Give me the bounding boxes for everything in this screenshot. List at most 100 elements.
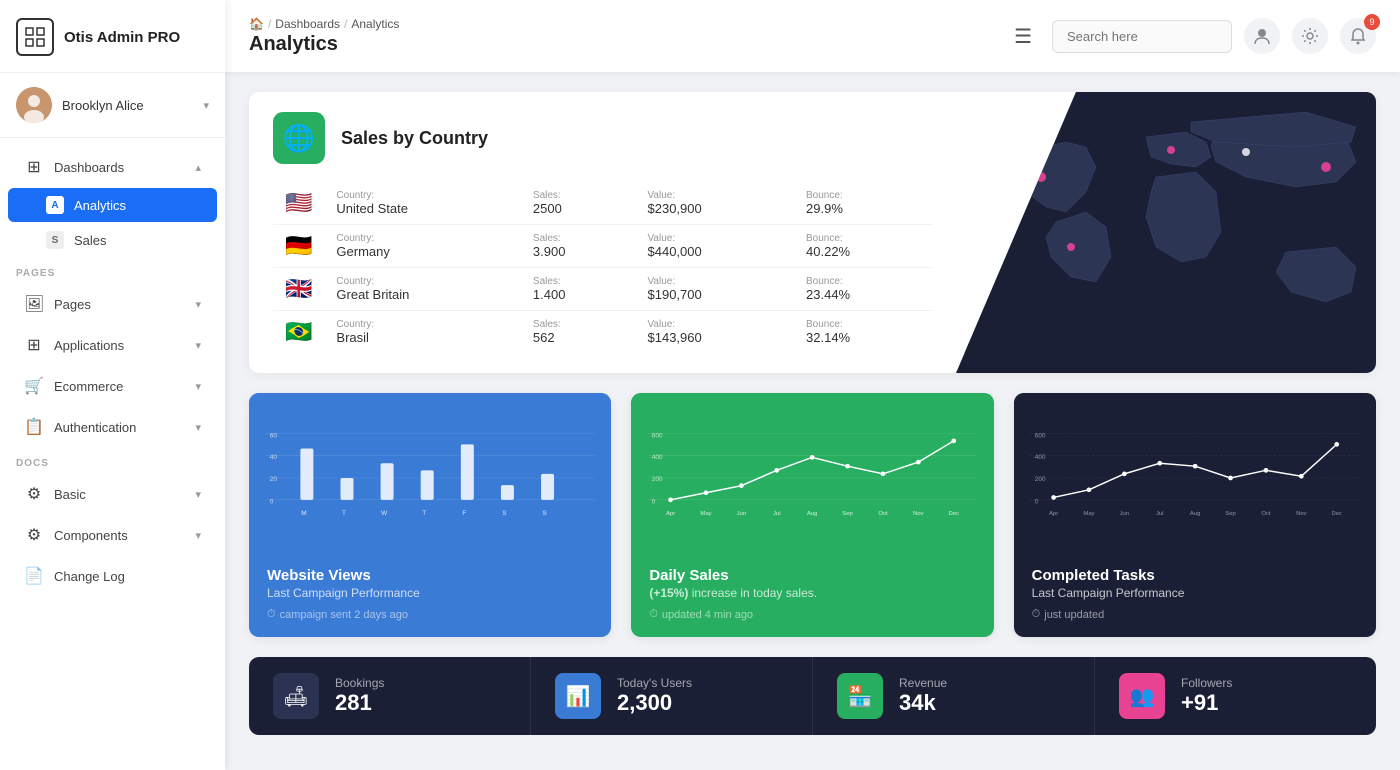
- sidebar-item-changelog-label: Change Log: [54, 569, 125, 584]
- notification-icon[interactable]: 9: [1340, 18, 1376, 54]
- stat-icon: 🛋: [273, 673, 319, 719]
- completed-tasks-chart: 600 400 200 0: [1014, 393, 1376, 553]
- chevron-down-icon: ▾: [195, 529, 201, 542]
- svg-text:Apr: Apr: [1049, 511, 1058, 517]
- value-cell: Value: $143,960: [636, 311, 795, 354]
- country-cell: Country: Brasil: [324, 311, 521, 354]
- sidebar-item-sales-label: Sales: [74, 233, 107, 248]
- sidebar-item-ecommerce[interactable]: 🛒 Ecommerce ▾: [8, 366, 217, 406]
- svg-text:Aug: Aug: [1190, 511, 1200, 517]
- sidebar-item-ecommerce-label: Ecommerce: [54, 379, 123, 394]
- sidebar-item-dashboards[interactable]: ⊞ Dashboards ▴: [8, 147, 217, 187]
- bounce-cell: Bounce: 40.22%: [794, 225, 932, 268]
- dashboards-icon: ⊞: [24, 157, 44, 177]
- sales-cell: Sales: 3.900: [521, 225, 636, 268]
- value-cell: Value: $230,900: [636, 182, 795, 225]
- svg-text:M: M: [301, 510, 306, 517]
- line-chart-svg-dark: 600 400 200 0: [1030, 403, 1360, 553]
- svg-text:400: 400: [1034, 454, 1045, 461]
- chevron-up-icon: ▴: [195, 161, 201, 174]
- sidebar-item-analytics[interactable]: A Analytics: [8, 188, 217, 222]
- website-views-title: Website Views: [267, 567, 593, 584]
- completed-tasks-subtitle: Last Campaign Performance: [1032, 586, 1358, 600]
- components-icon: ⚙: [24, 525, 44, 545]
- sidebar-item-components[interactable]: ⚙ Components ▾: [8, 515, 217, 555]
- svg-text:60: 60: [270, 432, 278, 439]
- chevron-down-icon: ▾: [195, 421, 201, 434]
- svg-text:0: 0: [270, 498, 274, 505]
- daily-sales-highlight: (+15%): [649, 586, 688, 600]
- content-area: 🌐 Sales by Country 🇺🇸 Country: United St…: [225, 72, 1400, 770]
- svg-text:40: 40: [270, 454, 278, 461]
- notification-badge: 9: [1364, 14, 1380, 30]
- daily-sales-meta: ⏱ updated 4 min ago: [649, 608, 975, 621]
- sidebar-item-authentication[interactable]: 📋 Authentication ▾: [8, 407, 217, 447]
- svg-text:600: 600: [652, 432, 663, 439]
- value-cell: Value: $190,700: [636, 268, 795, 311]
- breadcrumb-dashboards[interactable]: Dashboards: [275, 17, 340, 31]
- stat-value: 2,300: [617, 690, 692, 716]
- website-views-info: Website Views Last Campaign Performance …: [249, 553, 611, 637]
- sidebar-item-pages[interactable]: 🖼 Pages ▾: [8, 284, 217, 324]
- basic-icon: ⚙: [24, 484, 44, 504]
- country-cell: Country: Great Britain: [324, 268, 521, 311]
- pages-section-title: PAGES: [0, 258, 225, 283]
- chevron-down-icon: ▾: [195, 488, 201, 501]
- daily-sales-card: 600 400 200 0: [631, 393, 993, 637]
- stat-value: 34k: [899, 690, 947, 716]
- pages-icon: 🖼: [24, 294, 44, 314]
- sidebar-item-dashboards-label: Dashboards: [54, 160, 124, 175]
- stat-content: Followers +91: [1181, 676, 1232, 716]
- bar-chart-svg: 60 40 20 0 M T: [265, 403, 595, 553]
- settings-icon[interactable]: [1292, 18, 1328, 54]
- ecommerce-icon: 🛒: [24, 376, 44, 396]
- completed-tasks-info: Completed Tasks Last Campaign Performanc…: [1014, 553, 1376, 637]
- svg-text:Sep: Sep: [843, 511, 854, 517]
- user-icon[interactable]: [1244, 18, 1280, 54]
- sidebar-item-applications[interactable]: ⊞ Applications ▾: [8, 325, 217, 365]
- stat-content: Revenue 34k: [899, 676, 947, 716]
- docs-section-title: DOCS: [0, 448, 225, 473]
- table-row: 🇩🇪 Country: Germany Sales: 3.900 Value: …: [273, 225, 932, 268]
- stat-content: Bookings 281: [335, 676, 384, 716]
- sidebar-item-pages-label: Pages: [54, 297, 91, 312]
- map-svg: [956, 92, 1376, 352]
- sidebar-logo: Otis Admin PRO: [0, 0, 225, 73]
- svg-text:May: May: [701, 511, 712, 517]
- breadcrumb-home-icon[interactable]: 🏠: [249, 17, 264, 31]
- daily-sales-title: Daily Sales: [649, 567, 975, 584]
- value-cell: Value: $440,000: [636, 225, 795, 268]
- sidebar-item-basic[interactable]: ⚙ Basic ▾: [8, 474, 217, 514]
- website-views-subtitle: Last Campaign Performance: [267, 586, 593, 600]
- svg-text:Aug: Aug: [807, 511, 817, 517]
- flag-cell: 🇬🇧: [273, 268, 324, 311]
- stat-item: 🛋 Bookings 281: [249, 657, 531, 735]
- logo-icon: [16, 18, 54, 56]
- user-profile[interactable]: Brooklyn Alice ▾: [0, 73, 225, 138]
- table-row: 🇺🇸 Country: United State Sales: 2500 Val…: [273, 182, 932, 225]
- sidebar-item-analytics-label: Analytics: [74, 198, 126, 213]
- svg-text:Apr: Apr: [666, 511, 675, 517]
- svg-text:Oct: Oct: [1261, 511, 1271, 517]
- completed-tasks-card: 600 400 200 0: [1014, 393, 1376, 637]
- topbar-left: 🏠 / Dashboards / Analytics Analytics: [249, 17, 1002, 56]
- sidebar-item-changelog[interactable]: 📄 Change Log: [8, 556, 217, 596]
- sidebar-navigation: ⊞ Dashboards ▴ A Analytics S Sales PAGES…: [0, 138, 225, 770]
- svg-text:200: 200: [652, 476, 663, 483]
- sidebar-item-applications-label: Applications: [54, 338, 124, 353]
- breadcrumb-analytics: Analytics: [351, 17, 399, 31]
- sales-table-area: 🌐 Sales by Country 🇺🇸 Country: United St…: [249, 92, 956, 373]
- changelog-icon: 📄: [24, 566, 44, 586]
- chevron-down-icon: ▾: [195, 298, 201, 311]
- svg-text:T: T: [422, 510, 426, 517]
- breadcrumb: 🏠 / Dashboards / Analytics: [249, 17, 1002, 31]
- search-input[interactable]: [1052, 20, 1232, 53]
- table-row: 🇬🇧 Country: Great Britain Sales: 1.400 V…: [273, 268, 932, 311]
- stat-label: Today's Users: [617, 676, 692, 690]
- svg-text:400: 400: [652, 454, 663, 461]
- stat-value: +91: [1181, 690, 1232, 716]
- sales-cell: Sales: 2500: [521, 182, 636, 225]
- svg-text:0: 0: [652, 498, 656, 505]
- sidebar-item-sales[interactable]: S Sales: [8, 223, 217, 257]
- menu-icon[interactable]: ☰: [1014, 24, 1032, 49]
